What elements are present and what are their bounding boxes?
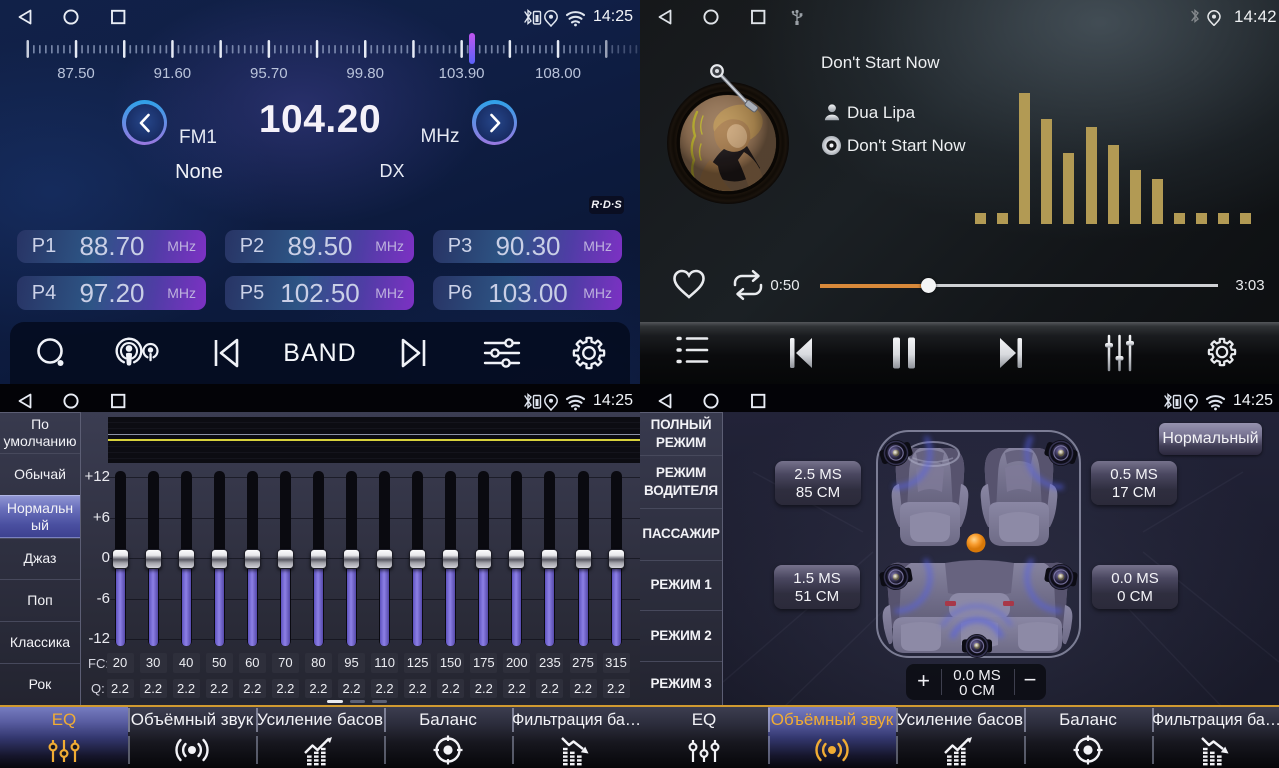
svg-text:BAND: BAND	[283, 339, 356, 367]
